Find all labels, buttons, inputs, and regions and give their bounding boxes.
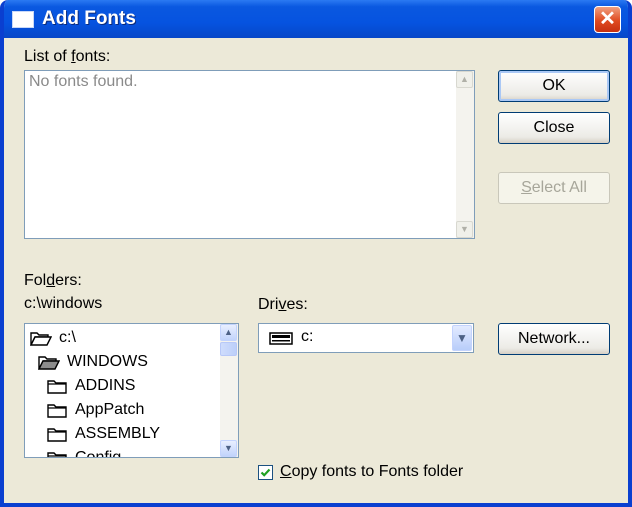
chevron-down-icon[interactable]: ▼: [456, 221, 473, 238]
copy-fonts-option[interactable]: Copy fonts to Fonts folder: [258, 463, 488, 483]
drives-select[interactable]: c: ▼: [258, 323, 474, 353]
selected-drive: c:: [301, 328, 314, 345]
drives-label: Drives:: [258, 296, 308, 313]
folder-icon: [47, 428, 67, 442]
drive-icon: [269, 332, 293, 345]
close-icon: ✕: [599, 8, 616, 30]
folder-icon: [47, 404, 67, 418]
current-folder-path: c:\windows: [24, 295, 103, 312]
fonts-empty-text: No fonts found.: [29, 73, 138, 90]
title-bar[interactable]: Add Fonts ✕: [4, 0, 628, 38]
folder-item-assembly[interactable]: ASSEMBLY: [25, 423, 215, 447]
ok-button[interactable]: OK: [498, 70, 610, 102]
select-all-button[interactable]: Select All: [498, 172, 610, 204]
add-fonts-dialog: Add Fonts ✕ List of fonts: No fonts foun…: [0, 0, 632, 507]
fonts-listbox[interactable]: No fonts found. ▲ ▼: [24, 70, 475, 239]
window-icon: [12, 11, 34, 28]
chevron-down-icon[interactable]: ▼: [452, 325, 472, 351]
chevron-down-icon[interactable]: ▼: [220, 440, 237, 457]
copy-fonts-checkbox[interactable]: [258, 465, 273, 480]
window-title: Add Fonts: [42, 8, 136, 29]
folder-icon: [47, 380, 67, 394]
close-window-button[interactable]: ✕: [594, 6, 621, 33]
folders-scroll-thumb[interactable]: [220, 342, 237, 356]
folder-open-icon: [30, 332, 52, 346]
folder-item-config[interactable]: Config: [25, 447, 215, 457]
network-button[interactable]: Network...: [498, 323, 610, 355]
chevron-up-icon[interactable]: ▲: [456, 71, 473, 88]
folder-item-apppatch[interactable]: AppPatch: [25, 399, 215, 423]
folder-item-windows[interactable]: WINDOWS: [25, 351, 215, 375]
folders-scrollbar[interactable]: ▲ ▼: [220, 324, 238, 457]
fonts-scrollbar[interactable]: ▲ ▼: [456, 71, 474, 238]
folders-label: Folders:: [24, 272, 82, 289]
folder-item-root[interactable]: c:\: [25, 327, 215, 351]
chevron-up-icon[interactable]: ▲: [220, 324, 237, 341]
close-button[interactable]: Close: [498, 112, 610, 144]
fonts-list-label: List of fonts:: [24, 48, 111, 65]
folder-icon: [47, 452, 67, 457]
folders-listbox[interactable]: c:\ WINDOWS ADDINS AppPatch ASSEMBLY Con…: [24, 323, 239, 458]
folder-item-addins[interactable]: ADDINS: [25, 375, 215, 399]
check-icon: [260, 468, 271, 477]
copy-fonts-label: Copy fonts to Fonts folder: [280, 463, 464, 480]
folder-open-icon: [38, 356, 60, 370]
